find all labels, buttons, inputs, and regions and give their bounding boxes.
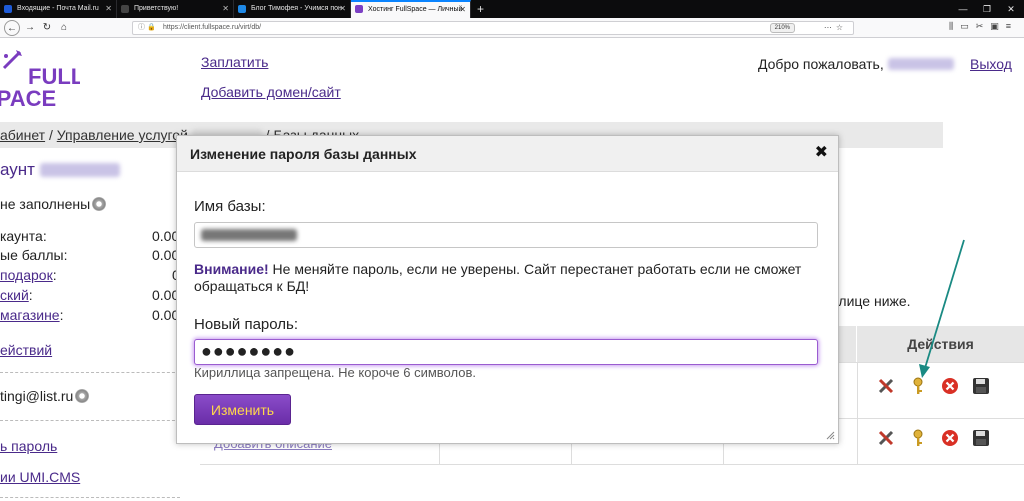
dialog-title: Изменение пароля базы данных <box>177 136 838 172</box>
password-hint: Кириллица запрещена. Не короче 6 символо… <box>194 365 476 380</box>
tab-greeting[interactable]: Приветствую! ✕ <box>117 0 234 18</box>
new-password-label: Новый пароль: <box>194 316 299 333</box>
warning-title: Внимание! <box>194 261 269 277</box>
home-icon[interactable]: ⌂ <box>56 20 72 36</box>
window-close-icon[interactable]: ✕ <box>1000 0 1022 18</box>
address-bar[interactable]: ⓘ 🔒 https://client.fullspace.ru/virt/db/… <box>132 21 854 35</box>
new-tab-icon[interactable]: + <box>471 0 490 18</box>
tab-label: Приветствую! <box>134 5 179 12</box>
security-lock-icon: ⓘ 🔒 <box>138 24 156 31</box>
restore-icon[interactable]: ❐ <box>976 0 998 18</box>
tab-label: Блог Тимофея - Учимся пон <box>251 5 342 12</box>
warning-message: Внимание! Не меняйте пароль, если не уве… <box>194 261 824 295</box>
page-favicon-icon <box>121 5 129 13</box>
page-content: FULL SPACE Заплатить Добавить домен/сайт… <box>0 38 1024 501</box>
blog-favicon-icon <box>238 5 246 13</box>
close-tab-icon[interactable]: ✕ <box>105 0 112 18</box>
tab-label: Входящие - Почта Mail.ru <box>17 5 99 12</box>
close-tab-icon[interactable]: ✕ <box>339 0 346 18</box>
toolbar-icons[interactable]: ⫼▭✂▣≡ <box>949 21 1018 32</box>
fullspace-favicon-icon <box>355 5 363 13</box>
bookmark-star-icon[interactable]: ⋯☆ <box>824 22 847 34</box>
tab-mail[interactable]: Входящие - Почта Mail.ru ✕ <box>0 0 117 18</box>
close-icon[interactable]: ✖ <box>815 144 828 162</box>
back-icon[interactable]: ← <box>4 20 20 36</box>
close-tab-icon[interactable]: ✕ <box>459 2 466 17</box>
reload-icon[interactable]: ↻ <box>39 20 55 36</box>
url-text: https://client.fullspace.ru/virt/db/ <box>163 24 262 31</box>
forward-icon[interactable]: → <box>22 20 38 36</box>
browser-tab-bar: Входящие - Почта Mail.ru ✕ Приветствую! … <box>0 0 1024 18</box>
browser-nav-bar: ← → ↻ ⌂ ⓘ 🔒 https://client.fullspace.ru/… <box>0 18 1024 38</box>
new-password-field[interactable]: ●●●●●●●● <box>194 339 818 365</box>
tab-fullspace[interactable]: Хостинг FullSpace — Личный ✕ <box>351 0 471 18</box>
tab-label: Хостинг FullSpace — Личный <box>368 6 463 13</box>
zoom-indicator[interactable]: 210% <box>769 23 795 33</box>
db-name-field[interactable] <box>194 222 818 248</box>
db-name-label: Имя базы: <box>194 198 266 215</box>
warning-text: Не меняйте пароль, если не уверены. Сайт… <box>194 261 802 294</box>
tab-blog[interactable]: Блог Тимофея - Учимся пон ✕ <box>234 0 351 18</box>
minimize-icon[interactable]: — <box>952 0 974 18</box>
change-db-password-dialog: Изменение пароля базы данных ✖ Имя базы:… <box>176 135 839 444</box>
mail-favicon-icon <box>4 5 12 13</box>
db-name-blurred <box>201 229 297 241</box>
resize-grip-icon[interactable] <box>825 430 835 440</box>
submit-change-button[interactable]: Изменить <box>194 394 291 425</box>
close-tab-icon[interactable]: ✕ <box>222 0 229 18</box>
